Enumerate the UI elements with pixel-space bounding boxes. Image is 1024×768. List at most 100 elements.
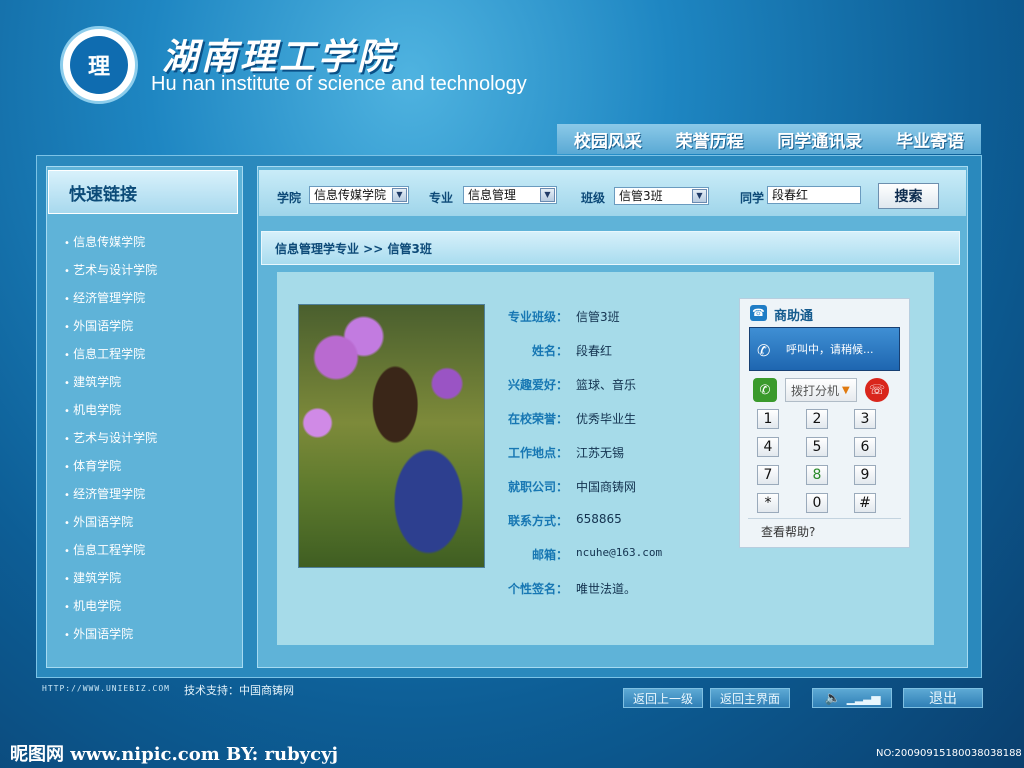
phone-divider	[748, 518, 901, 519]
profile-label: 在校荣誉：	[507, 412, 568, 426]
class-select-value: 信管3班	[619, 189, 663, 203]
home-button[interactable]: 返回主界面	[710, 688, 790, 708]
profile-value: 江苏无锡	[576, 446, 625, 460]
chevron-down-icon[interactable]: ▼	[540, 188, 555, 202]
major-select-value: 信息管理	[468, 188, 517, 202]
extension-placeholder: 拨打分机	[791, 383, 840, 398]
sidebar-item[interactable]: 信息传媒学院	[64, 232, 157, 260]
profile-label: 姓名：	[531, 344, 568, 358]
profile-row: 在校荣誉： 优秀毕业生	[498, 410, 662, 444]
profile-row: 专业班级： 信管3班	[498, 308, 662, 342]
profile-value: 658865	[576, 512, 622, 526]
keypad-key-7[interactable]: 7	[757, 465, 779, 485]
chevron-down-icon: ▼	[842, 384, 850, 396]
call-button[interactable]: ✆	[753, 378, 777, 402]
classmate-input[interactable]: 段春红	[767, 186, 861, 204]
sidebar-item[interactable]: 信息工程学院	[64, 540, 157, 568]
profile-value: 唯世法道。	[576, 582, 637, 596]
chevron-down-icon[interactable]: ▼	[692, 189, 707, 203]
chevron-down-icon[interactable]: ▼	[392, 188, 407, 202]
major-label: 专业	[429, 191, 454, 205]
profile-value: 优秀毕业生	[576, 412, 637, 426]
nav-honor-history[interactable]: 荣誉历程	[676, 127, 744, 152]
profile-label: 专业班级：	[507, 310, 568, 324]
profile-label: 兴趣爱好：	[507, 378, 568, 392]
profile-value: 段春红	[576, 344, 613, 358]
watermark-id: NO:20090915180038038188	[876, 748, 1022, 759]
volume-bars-icon: ▁▂▃▅	[846, 691, 881, 705]
keypad-key-hash[interactable]: #	[854, 493, 876, 513]
class-label: 班级	[581, 191, 606, 205]
profile-details: 专业班级： 信管3班 姓名： 段春红 兴趣爱好： 篮球、音乐 在校荣誉： 优秀毕…	[498, 308, 662, 614]
college-select-value: 信息传媒学院	[314, 188, 387, 202]
phone-help-link[interactable]: 查看帮助?	[761, 523, 815, 540]
volume-control[interactable]: 🔈 ▁▂▃▅	[812, 688, 892, 708]
keypad-key-2[interactable]: 2	[806, 409, 828, 429]
footer-tech-support: 技术支持：中国商铸网	[184, 684, 294, 697]
extension-dropdown[interactable]: 拨打分机 ▼	[785, 378, 857, 402]
keypad-key-8[interactable]: 8	[806, 465, 828, 485]
keypad-key-5[interactable]: 5	[806, 437, 828, 457]
sidebar-title: 快速链接	[48, 170, 238, 214]
back-button[interactable]: 返回上一级	[623, 688, 703, 708]
class-select[interactable]: 信管3班 ▼	[614, 187, 709, 205]
keypad-key-star[interactable]: *	[757, 493, 779, 513]
college-select[interactable]: 信息传媒学院 ▼	[309, 186, 409, 204]
logo-emblem: 理	[70, 36, 128, 94]
student-photo	[298, 304, 485, 568]
profile-row: 姓名： 段春红	[498, 342, 662, 376]
nav-campus-style[interactable]: 校园风采	[574, 127, 642, 152]
sidebar-item[interactable]: 经济管理学院	[64, 484, 157, 512]
profile-label: 邮箱：	[531, 548, 568, 562]
sidebar-item[interactable]: 建筑学院	[64, 372, 157, 400]
sidebar-item[interactable]: 信息工程学院	[64, 344, 157, 372]
keypad-key-3[interactable]: 3	[854, 409, 876, 429]
search-button[interactable]: 搜索	[878, 183, 939, 209]
sidebar-item[interactable]: 经济管理学院	[64, 288, 157, 316]
major-select[interactable]: 信息管理 ▼	[463, 186, 557, 204]
keypad-key-9[interactable]: 9	[854, 465, 876, 485]
sidebar-item[interactable]: 机电学院	[64, 400, 157, 428]
keypad-key-4[interactable]: 4	[757, 437, 779, 457]
profile-row: 就职公司： 中国商铸网	[498, 478, 662, 512]
breadcrumb: 信息管理学专业 >> 信管3班	[261, 231, 960, 265]
profile-value: 信管3班	[576, 310, 620, 324]
profile-value: ncuhe@163.com	[576, 546, 663, 559]
profile-label: 联系方式：	[507, 514, 568, 528]
keypad-key-0[interactable]: 0	[806, 493, 828, 513]
phone-title: 商助通	[774, 309, 814, 324]
profile-value: 中国商铸网	[576, 480, 637, 494]
classmate-label: 同学	[740, 191, 765, 205]
footer-url: HTTP://WWW.UNIEBIZ.COM	[42, 684, 170, 693]
profile-value: 篮球、音乐	[576, 378, 637, 392]
profile-row: 工作地点： 江苏无锡	[498, 444, 662, 478]
speaker-icon: 🔈	[824, 690, 841, 706]
sidebar-item[interactable]: 外国语学院	[64, 316, 157, 344]
quick-links-list: 信息传媒学院 艺术与设计学院 经济管理学院 外国语学院 信息工程学院 建筑学院 …	[64, 232, 157, 652]
phone-status-screen: 呼叫中，请稍候...	[749, 327, 900, 371]
keypad-key-1[interactable]: 1	[757, 409, 779, 429]
sidebar-item[interactable]: 外国语学院	[64, 624, 157, 652]
profile-row: 兴趣爱好： 篮球、音乐	[498, 376, 662, 410]
sidebar-item[interactable]: 建筑学院	[64, 568, 157, 596]
sidebar-item[interactable]: 体育学院	[64, 456, 157, 484]
sidebar-item[interactable]: 艺术与设计学院	[64, 260, 157, 288]
profile-label: 工作地点：	[507, 446, 568, 460]
handset-icon: ✆	[757, 341, 771, 360]
sidebar-item[interactable]: 外国语学院	[64, 512, 157, 540]
school-logo: 理	[60, 26, 138, 104]
profile-label: 就职公司：	[507, 480, 568, 494]
profile-row: 联系方式： 658865	[498, 512, 662, 546]
college-label: 学院	[277, 191, 302, 205]
hangup-button[interactable]: ☏	[865, 378, 889, 402]
nav-classmate-directory[interactable]: 同学通讯录	[777, 127, 862, 152]
exit-button[interactable]: 退出	[903, 688, 983, 708]
sidebar-item[interactable]: 艺术与设计学院	[64, 428, 157, 456]
profile-label: 个性签名：	[507, 582, 568, 596]
sidebar-item[interactable]: 机电学院	[64, 596, 157, 624]
profile-row: 邮箱： ncuhe@163.com	[498, 546, 662, 580]
phone-logo-icon: ☎	[750, 305, 767, 321]
nav-graduation-message[interactable]: 毕业寄语	[896, 127, 964, 152]
watermark-text: 昵图网 www.nipic.com BY: rubycyj	[10, 744, 339, 765]
keypad-key-6[interactable]: 6	[854, 437, 876, 457]
